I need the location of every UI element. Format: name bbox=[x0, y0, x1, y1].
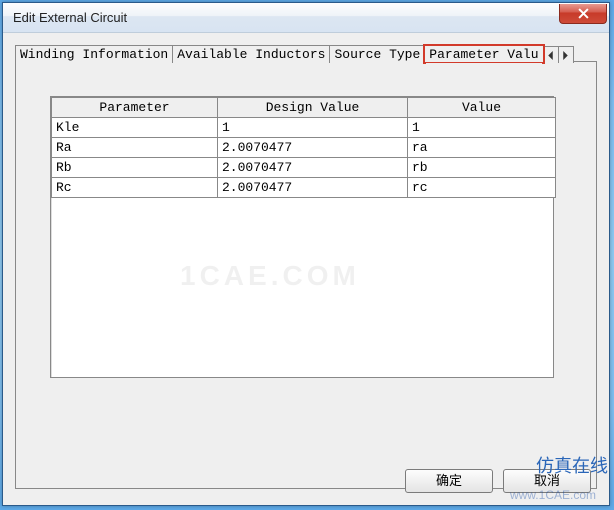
chevron-right-icon bbox=[562, 51, 569, 60]
cell-value[interactable]: ra bbox=[408, 138, 556, 158]
table-row[interactable]: Kle 1 1 bbox=[52, 118, 556, 138]
cell-design-value[interactable]: 2.0070477 bbox=[218, 178, 408, 198]
dialog-window: Edit External Circuit Winding Informatio… bbox=[2, 2, 610, 506]
parameters-table-container: Parameter Design Value Value Kle 1 1 Ra bbox=[50, 96, 554, 378]
cell-design-value[interactable]: 1 bbox=[218, 118, 408, 138]
tab-scroll-left-button[interactable] bbox=[543, 46, 559, 63]
column-header-value[interactable]: Value bbox=[408, 98, 556, 118]
tab-available-inductors[interactable]: Available Inductors bbox=[172, 45, 330, 63]
tab-scroll-right-button[interactable] bbox=[558, 46, 574, 63]
close-icon bbox=[578, 8, 589, 19]
tab-frame: Winding Information Available Inductors … bbox=[15, 61, 597, 489]
table-row[interactable]: Rb 2.0070477 rb bbox=[52, 158, 556, 178]
tab-winding-information[interactable]: Winding Information bbox=[15, 45, 173, 63]
cell-parameter[interactable]: Kle bbox=[52, 118, 218, 138]
tab-source-type[interactable]: Source Type bbox=[329, 45, 425, 63]
tab-parameter-values[interactable]: Parameter Valu bbox=[424, 45, 543, 63]
dialog-body: Winding Information Available Inductors … bbox=[3, 33, 609, 505]
cell-parameter[interactable]: Rc bbox=[52, 178, 218, 198]
column-header-parameter[interactable]: Parameter bbox=[52, 98, 218, 118]
window-title: Edit External Circuit bbox=[3, 10, 127, 25]
close-button[interactable] bbox=[559, 4, 607, 24]
table-row[interactable]: Rc 2.0070477 rc bbox=[52, 178, 556, 198]
cell-value[interactable]: rc bbox=[408, 178, 556, 198]
column-header-design-value[interactable]: Design Value bbox=[218, 98, 408, 118]
cell-value[interactable]: 1 bbox=[408, 118, 556, 138]
ok-button[interactable]: 确定 bbox=[405, 469, 493, 493]
tabs-row: Winding Information Available Inductors … bbox=[15, 45, 597, 63]
cell-design-value[interactable]: 2.0070477 bbox=[218, 158, 408, 178]
cell-design-value[interactable]: 2.0070477 bbox=[218, 138, 408, 158]
table-row[interactable]: Ra 2.0070477 ra bbox=[52, 138, 556, 158]
titlebar: Edit External Circuit bbox=[3, 3, 609, 33]
cancel-button[interactable]: 取消 bbox=[503, 469, 591, 493]
cell-parameter[interactable]: Ra bbox=[52, 138, 218, 158]
parameters-table: Parameter Design Value Value Kle 1 1 Ra bbox=[51, 97, 556, 198]
table-header-row: Parameter Design Value Value bbox=[52, 98, 556, 118]
dialog-button-row: 确定 取消 bbox=[405, 469, 591, 493]
chevron-left-icon bbox=[547, 51, 554, 60]
cell-parameter[interactable]: Rb bbox=[52, 158, 218, 178]
cell-value[interactable]: rb bbox=[408, 158, 556, 178]
